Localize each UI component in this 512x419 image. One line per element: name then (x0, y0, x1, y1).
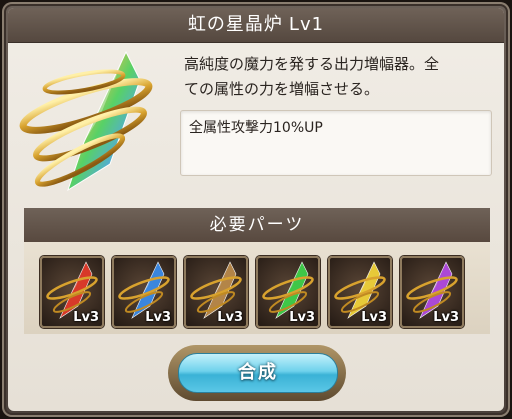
dialog-title-bar: 虹の星晶炉 Lv1 (8, 8, 504, 43)
required-parts-header: 必要パーツ (24, 208, 490, 242)
part-slot[interactable]: Lv3 (184, 256, 248, 328)
part-slot[interactable]: Lv3 (400, 256, 464, 328)
synthesize-button[interactable]: 合成 (178, 353, 338, 393)
description-line-2: ての属性の力を増幅させる。 (184, 80, 380, 98)
effect-text: 全属性攻撃力10%UP (189, 120, 323, 136)
part-slot[interactable]: Lv3 (256, 256, 320, 328)
part-level: Lv3 (289, 310, 315, 325)
item-description: 高純度の魔力を発する出力増幅器。全 ての属性の力を増幅させる。 (184, 52, 494, 102)
part-level: Lv3 (433, 310, 459, 325)
effect-box: 全属性攻撃力10%UP (180, 110, 492, 176)
prism-crystal-icon (19, 50, 153, 192)
item-level: Lv1 (288, 14, 325, 35)
synthesize-button-frame: 合成 (168, 345, 346, 401)
part-level: Lv3 (73, 310, 99, 325)
part-slot[interactable]: Lv3 (40, 256, 104, 328)
part-slot[interactable]: Lv3 (112, 256, 176, 328)
item-image (14, 46, 164, 196)
part-level: Lv3 (145, 310, 171, 325)
part-level: Lv3 (217, 310, 243, 325)
description-line-1: 高純度の魔力を発する出力増幅器。全 (184, 55, 440, 73)
part-level: Lv3 (361, 310, 387, 325)
item-name: 虹の星晶炉 (187, 14, 283, 35)
part-slot[interactable]: Lv3 (328, 256, 392, 328)
